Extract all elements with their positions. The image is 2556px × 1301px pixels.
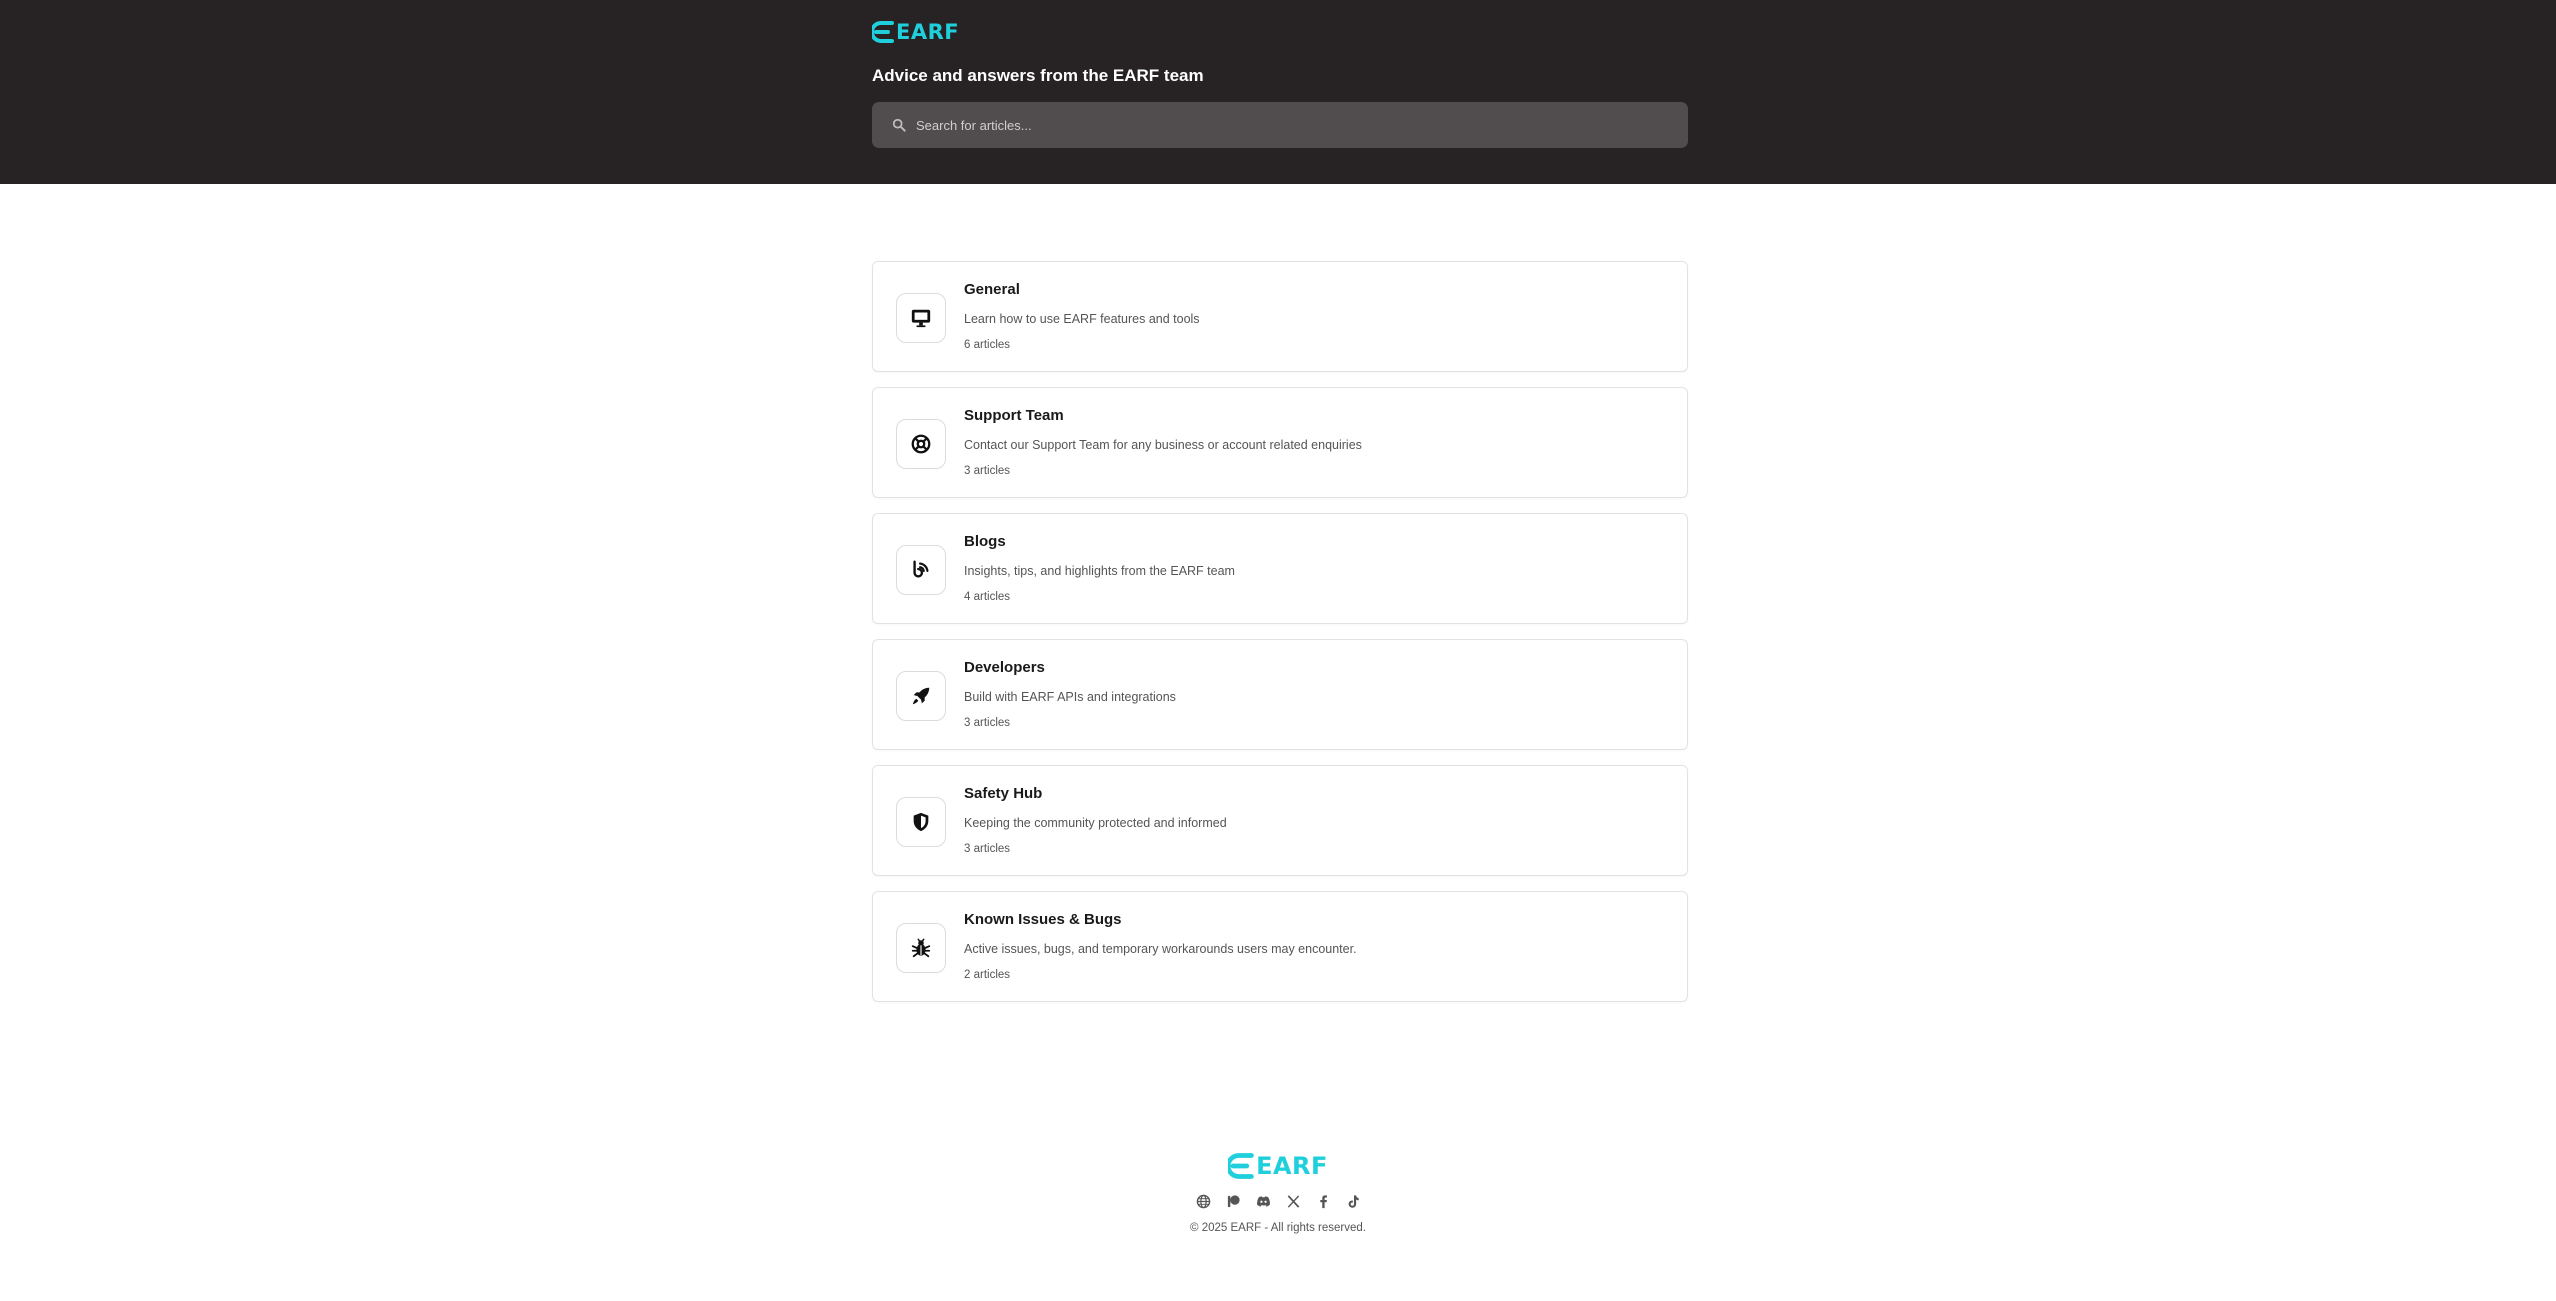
footer-logo-text: EARF — [1256, 1152, 1328, 1180]
patreon-icon[interactable] — [1224, 1192, 1242, 1210]
facebook-icon[interactable] — [1314, 1192, 1332, 1210]
category-description: Insights, tips, and highlights from the … — [964, 564, 1235, 578]
category-description: Learn how to use EARF features and tools — [964, 312, 1200, 326]
category-card-general[interactable]: General Learn how to use EARF features a… — [872, 261, 1688, 372]
category-icon-wrapper — [896, 545, 946, 595]
category-description: Build with EARF APIs and integrations — [964, 690, 1176, 704]
footer-copyright: © 2025 EARF - All rights reserved. — [1190, 1222, 1366, 1234]
tiktok-icon[interactable] — [1344, 1192, 1362, 1210]
category-title: Support Team — [964, 407, 1064, 424]
category-card-known-issues-bugs[interactable]: Known Issues & Bugs Active issues, bugs,… — [872, 891, 1688, 1002]
category-icon-wrapper — [896, 797, 946, 847]
lifebuoy-icon — [911, 434, 931, 454]
social-links — [0, 1191, 2556, 1211]
category-title: Known Issues & Bugs — [964, 911, 1122, 928]
category-icon-wrapper — [896, 923, 946, 973]
category-description: Contact our Support Team for any busines… — [964, 438, 1362, 452]
category-list: General Learn how to use EARF features a… — [872, 261, 1688, 1017]
header-tagline: Advice and answers from the EARF team — [872, 66, 1204, 85]
category-article-count: 4 articles — [964, 591, 1011, 603]
category-article-count: 2 articles — [964, 969, 1011, 981]
footer-logo[interactable]: EARF — [1228, 1150, 1328, 1182]
category-card-blogs[interactable]: Blogs Insights, tips, and highlights fro… — [872, 513, 1688, 624]
category-article-count: 6 articles — [964, 339, 1011, 351]
footer: EARF © 2025 EARF - All rights reserved. — [0, 1150, 2556, 1234]
header-logo-text: EARF — [896, 20, 960, 44]
category-card-developers[interactable]: Developers Build with EARF APIs and inte… — [872, 639, 1688, 750]
category-title: General — [964, 281, 1020, 298]
search-icon — [892, 118, 906, 132]
monitor-icon — [911, 309, 931, 328]
category-title: Developers — [964, 659, 1045, 676]
search-bar[interactable] — [872, 102, 1688, 148]
category-card-safety-hub[interactable]: Safety Hub Keeping the community protect… — [872, 765, 1688, 876]
category-description: Active issues, bugs, and temporary worka… — [964, 942, 1357, 956]
category-icon-wrapper — [896, 293, 946, 343]
category-title: Safety Hub — [964, 785, 1043, 802]
category-article-count: 3 articles — [964, 843, 1011, 855]
header-logo[interactable]: EARF — [872, 18, 959, 46]
earf-logo-mark-icon — [1228, 1153, 1254, 1179]
bug-icon — [911, 938, 931, 958]
discord-icon[interactable] — [1254, 1192, 1272, 1210]
category-icon-wrapper — [896, 671, 946, 721]
x-icon[interactable] — [1284, 1192, 1302, 1210]
category-icon-wrapper — [896, 419, 946, 469]
header: EARF Advice and answers from the EARF te… — [0, 0, 2556, 184]
category-description: Keeping the community protected and info… — [964, 816, 1227, 830]
category-article-count: 3 articles — [964, 717, 1011, 729]
search-input[interactable] — [916, 117, 1676, 133]
rocket-icon — [912, 687, 930, 705]
shield-icon — [913, 812, 929, 832]
globe-icon[interactable] — [1194, 1192, 1212, 1210]
category-article-count: 3 articles — [964, 465, 1011, 477]
category-title: Blogs — [964, 533, 1006, 550]
earf-logo-mark-icon — [872, 21, 894, 43]
rss-icon — [913, 560, 929, 578]
category-card-support-team[interactable]: Support Team Contact our Support Team fo… — [872, 387, 1688, 498]
